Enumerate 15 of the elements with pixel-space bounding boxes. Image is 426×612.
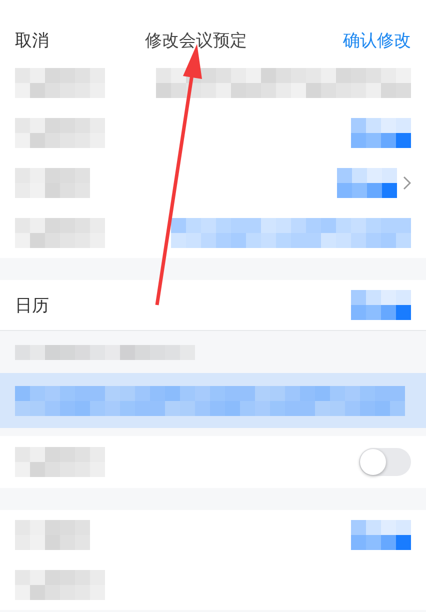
toggle-switch[interactable] xyxy=(359,448,411,476)
settings-row[interactable] xyxy=(0,510,426,560)
row-label: 日历 xyxy=(15,294,49,316)
settings-row[interactable]: 日历 xyxy=(0,280,426,330)
chevron-icon xyxy=(403,176,411,190)
cancel-button[interactable]: 取消 xyxy=(15,29,49,52)
highlighted-row[interactable] xyxy=(0,373,426,428)
pixelated-value xyxy=(351,290,411,320)
page-title: 修改会议预定 xyxy=(145,30,247,52)
confirm-button[interactable]: 确认修改 xyxy=(343,29,411,52)
settings-row[interactable] xyxy=(0,560,426,610)
pixelated-value xyxy=(351,520,411,550)
pixelated-value xyxy=(337,168,397,198)
settings-row[interactable] xyxy=(0,208,426,258)
pixelated-value xyxy=(351,118,411,148)
